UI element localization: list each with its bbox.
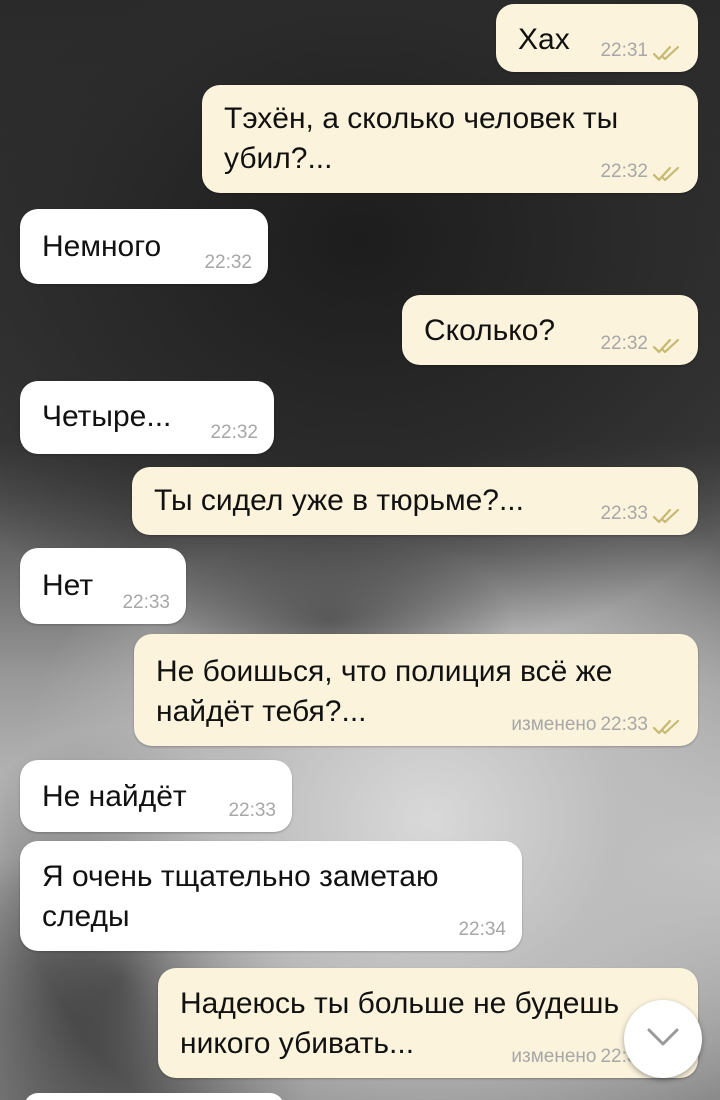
message-meta: 22:32 <box>600 161 682 183</box>
message-bubble-outgoing[interactable]: Надеюсь ты больше не будешь никого убива… <box>158 968 698 1078</box>
double-check-icon <box>652 337 682 355</box>
message-bubble-incoming[interactable]: Не найдёт 22:33 <box>20 760 292 832</box>
message-text-line: следы <box>42 900 130 933</box>
double-check-icon <box>652 44 682 62</box>
message-text: Нет <box>42 569 94 602</box>
message-bubble-outgoing[interactable]: Ты сидел уже в тюрьме?... 22:33 <box>132 467 698 535</box>
message-time: 22:32 <box>600 333 648 354</box>
message-meta: 22:32 <box>204 252 252 274</box>
message-bubble-incoming-partial[interactable] <box>24 1093 284 1100</box>
message-meta: 22:32 <box>210 422 258 444</box>
message-time: 22:32 <box>204 252 252 273</box>
message-bubble-outgoing[interactable]: Хах 22:31 <box>496 4 698 72</box>
message-text: Четыре... <box>42 400 172 433</box>
message-text-line: никого убивать... <box>180 1027 415 1060</box>
message-bubble-incoming[interactable]: Немного 22:32 <box>20 209 268 284</box>
message-text-line: Я очень тщательно заметаю <box>42 860 439 893</box>
message-text: Ты сидел уже в тюрьме?... <box>154 484 524 517</box>
message-time: 22:31 <box>600 40 648 61</box>
message-time: 22:34 <box>458 919 506 940</box>
message-meta: 22:34 <box>458 919 506 941</box>
message-text-line: убил?... <box>224 142 333 175</box>
message-text: Немного <box>42 230 162 263</box>
edited-label: изменено <box>511 1046 597 1067</box>
message-bubble-incoming[interactable]: Нет 22:33 <box>20 548 186 624</box>
message-text-line: Не боишься, что полиция всё же <box>156 655 613 688</box>
message-time: 22:33 <box>600 714 648 735</box>
message-time: 22:33 <box>228 800 276 821</box>
message-text-line: найдёт тебя?... <box>156 695 367 728</box>
scroll-down-button[interactable] <box>624 1000 702 1078</box>
message-meta: 22:31 <box>600 40 682 62</box>
message-text: Не найдёт <box>42 780 187 813</box>
double-check-icon <box>652 165 682 183</box>
message-text-line: Надеюсь ты больше не будешь <box>180 987 620 1020</box>
message-meta: 22:33 <box>600 503 682 525</box>
message-meta: 22:33 <box>122 592 170 614</box>
message-bubble-outgoing[interactable]: Не боишься, что полиция всё же найдёт те… <box>134 634 698 746</box>
message-meta: 22:33 <box>228 800 276 822</box>
double-check-icon <box>652 718 682 736</box>
message-bubble-outgoing[interactable]: Сколько? 22:32 <box>402 295 698 365</box>
message-time: 22:33 <box>600 503 648 524</box>
chevron-down-icon <box>646 1027 680 1052</box>
message-bubble-incoming[interactable]: Четыре... 22:32 <box>20 381 274 454</box>
message-meta: изменено 22:33 <box>511 714 682 736</box>
message-time: 22:33 <box>122 592 170 613</box>
message-text: Хах <box>518 23 570 56</box>
message-bubble-outgoing[interactable]: Тэхён, а сколько человек ты убил?... 22:… <box>202 85 698 193</box>
message-text: Сколько? <box>424 314 556 347</box>
message-bubble-incoming[interactable]: Я очень тщательно заметаю следы 22:34 <box>20 841 522 951</box>
double-check-icon <box>652 507 682 525</box>
message-text-line: Тэхён, а сколько человек ты <box>224 102 619 135</box>
message-list[interactable]: Хах 22:31 Тэхён, а сколько человек ты уб… <box>0 0 720 1100</box>
message-meta: 22:32 <box>600 333 682 355</box>
message-time: 22:32 <box>210 422 258 443</box>
edited-label: изменено <box>511 714 597 735</box>
message-time: 22:32 <box>600 161 648 182</box>
